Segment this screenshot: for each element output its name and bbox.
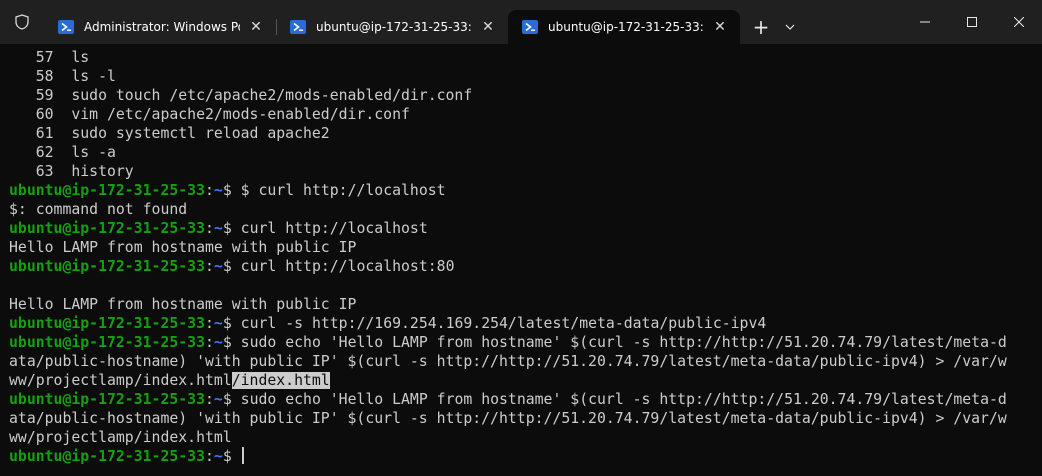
chevron-down-icon[interactable] bbox=[778, 10, 802, 44]
active-prompt-line[interactable]: ubuntu@ip-172-31-25-33:~$ bbox=[9, 447, 1022, 466]
history-line: 59 sudo touch /etc/apache2/mods-enabled/… bbox=[9, 87, 473, 104]
prompt-sep: : bbox=[205, 220, 214, 237]
tab-title: Administrator: Windows PowerShell bbox=[84, 20, 240, 34]
command-text: $ curl http://localhost bbox=[240, 182, 446, 199]
prompt-user: ubuntu@ip-172-31-25-33 bbox=[9, 315, 205, 332]
prompt-symbol: $ bbox=[222, 258, 241, 275]
scrollbar[interactable] bbox=[1032, 48, 1038, 470]
minimize-icon[interactable] bbox=[901, 0, 948, 44]
prompt-user: ubuntu@ip-172-31-25-33 bbox=[9, 258, 205, 275]
tab-strip: Administrator: Windows PowerShell ✕ ubun… bbox=[44, 0, 802, 44]
prompt-sep: : bbox=[205, 315, 214, 332]
close-window-icon[interactable] bbox=[995, 0, 1042, 44]
prompt-user: ubuntu@ip-172-31-25-33 bbox=[9, 391, 205, 408]
history-line: 57 ls bbox=[9, 49, 90, 66]
prompt-path: ~ bbox=[213, 391, 223, 408]
prompt-symbol: $ bbox=[222, 334, 241, 351]
maximize-icon[interactable] bbox=[948, 0, 995, 44]
tab-title: ubuntu@ip-172-31-25-33: ~ bbox=[316, 20, 472, 34]
selected-text[interactable]: /index.html bbox=[231, 372, 330, 389]
prompt-sep: : bbox=[205, 448, 214, 465]
command-line: ubuntu@ip-172-31-25-33:~$ $ curl http://… bbox=[9, 181, 1022, 200]
powershell-icon bbox=[290, 20, 306, 34]
tab-ubuntu-2[interactable]: ubuntu@ip-172-31-25-33: ~ ✕ bbox=[508, 10, 740, 44]
prompt-path: ~ bbox=[213, 334, 223, 351]
close-icon[interactable]: ✕ bbox=[246, 17, 266, 37]
prompt-path: ~ bbox=[213, 258, 223, 275]
window-controls bbox=[901, 0, 1042, 44]
tab-title: ubuntu@ip-172-31-25-33: ~ bbox=[548, 20, 704, 34]
command-text: sudo echo 'Hello LAMP from hostname' $(c… bbox=[240, 391, 1007, 408]
command-text: ww/projectlamp/index.html bbox=[9, 372, 232, 389]
command-line: ubuntu@ip-172-31-25-33:~$ curl http://lo… bbox=[9, 219, 1022, 238]
text-cursor bbox=[241, 447, 244, 464]
prompt-path: ~ bbox=[213, 220, 223, 237]
prompt-symbol: $ bbox=[222, 220, 241, 237]
title-bar[interactable]: Administrator: Windows PowerShell ✕ ubun… bbox=[0, 0, 1042, 44]
history-line: 61 sudo systemctl reload apache2 bbox=[9, 125, 330, 142]
prompt-sep: : bbox=[205, 334, 214, 351]
prompt-user: ubuntu@ip-172-31-25-33 bbox=[9, 182, 205, 199]
command-line: ubuntu@ip-172-31-25-33:~$ sudo echo 'Hel… bbox=[9, 333, 1022, 352]
prompt-path: ~ bbox=[213, 448, 223, 465]
prompt-symbol: $ bbox=[222, 391, 241, 408]
prompt-symbol: $ bbox=[222, 448, 241, 465]
command-text: curl http://localhost:80 bbox=[240, 258, 455, 275]
output-line: $: command not found bbox=[9, 201, 188, 218]
output-line: Hello LAMP from hostname with public IP bbox=[9, 239, 357, 256]
tab-ubuntu-1[interactable]: ubuntu@ip-172-31-25-33: ~ ✕ bbox=[276, 10, 508, 44]
history-line: 63 history bbox=[9, 163, 134, 180]
history-line: 62 ls -a bbox=[9, 144, 116, 161]
prompt-path: ~ bbox=[213, 315, 223, 332]
prompt-symbol: $ bbox=[222, 315, 241, 332]
close-icon[interactable]: ✕ bbox=[710, 17, 730, 37]
command-text: curl http://localhost bbox=[240, 220, 428, 237]
tab-powershell[interactable]: Administrator: Windows PowerShell ✕ bbox=[44, 10, 276, 44]
history-line: 58 ls -l bbox=[9, 68, 116, 85]
command-text: curl -s http://169.254.169.254/latest/me… bbox=[240, 315, 767, 332]
shield-icon bbox=[0, 0, 44, 44]
command-continuation: ata/public-hostname) 'with public IP' $(… bbox=[9, 353, 1007, 370]
powershell-icon bbox=[522, 20, 538, 34]
prompt-user: ubuntu@ip-172-31-25-33 bbox=[9, 448, 205, 465]
prompt-sep: : bbox=[205, 182, 214, 199]
command-line: ubuntu@ip-172-31-25-33:~$ curl http://lo… bbox=[9, 257, 1022, 276]
command-continuation: ata/public-hostname) 'with public IP' $(… bbox=[9, 410, 1007, 427]
command-line: ubuntu@ip-172-31-25-33:~$ curl -s http:/… bbox=[9, 314, 1022, 333]
prompt-path: ~ bbox=[213, 182, 223, 199]
close-icon[interactable]: ✕ bbox=[478, 17, 498, 37]
command-text: sudo echo 'Hello LAMP from hostname' $(c… bbox=[240, 334, 1007, 351]
powershell-icon bbox=[58, 20, 74, 34]
new-tab-button[interactable]: + bbox=[744, 10, 778, 44]
command-continuation: ww/projectlamp/index.html/index.html bbox=[9, 371, 1022, 390]
command-continuation: ww/projectlamp/index.html bbox=[9, 429, 232, 446]
history-line: 60 vim /etc/apache2/mods-enabled/dir.con… bbox=[9, 106, 410, 123]
prompt-user: ubuntu@ip-172-31-25-33 bbox=[9, 220, 205, 237]
terminal-window: Administrator: Windows PowerShell ✕ ubun… bbox=[0, 0, 1042, 476]
output-line: Hello LAMP from hostname with public IP bbox=[9, 296, 357, 313]
prompt-sep: : bbox=[205, 258, 214, 275]
command-line: ubuntu@ip-172-31-25-33:~$ sudo echo 'Hel… bbox=[9, 390, 1022, 409]
prompt-user: ubuntu@ip-172-31-25-33 bbox=[9, 334, 205, 351]
terminal-output[interactable]: 57 ls 58 ls -l 59 sudo touch /etc/apache… bbox=[9, 48, 1022, 466]
prompt-symbol: $ bbox=[222, 182, 241, 199]
prompt-sep: : bbox=[205, 391, 214, 408]
